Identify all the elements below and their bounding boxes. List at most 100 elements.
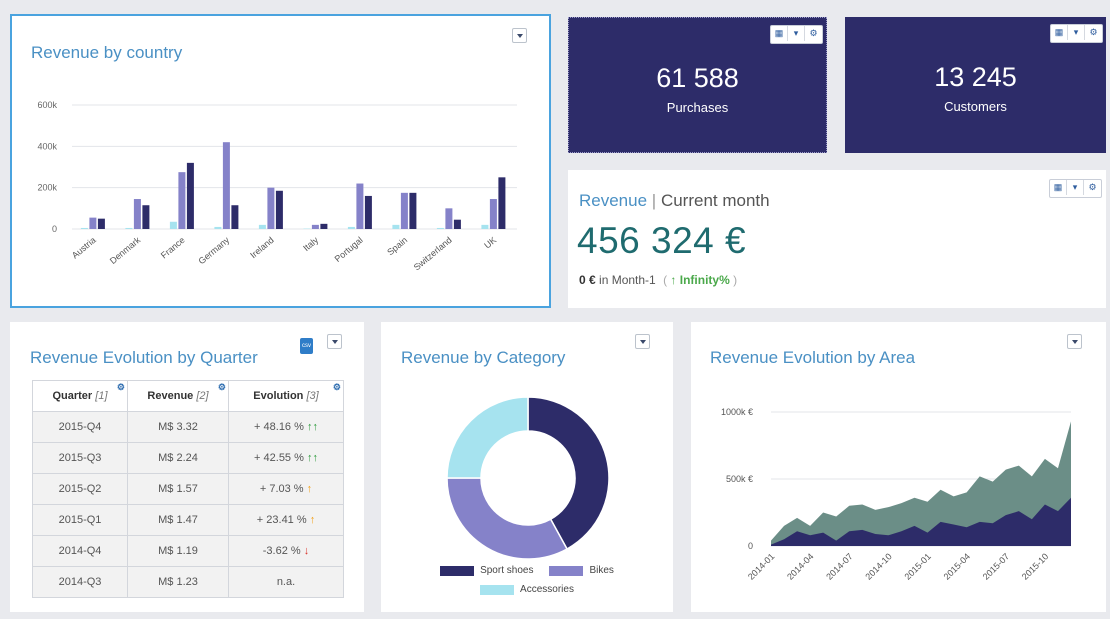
bar[interactable] — [258, 224, 266, 229]
chart-legend: Sport shoes Bikes Accessories — [381, 565, 673, 595]
revenue-by-country-panel[interactable]: Revenue by country 600k 400k 200k 0 Austria D… — [10, 14, 551, 308]
bar[interactable] — [214, 226, 222, 229]
bar[interactable] — [169, 221, 177, 229]
evolution-value: n.a. — [276, 576, 296, 588]
x-tick-label: 2015-01 — [903, 551, 933, 581]
legend-item[interactable]: Bikes — [549, 565, 614, 576]
header-index: [3] — [306, 390, 319, 402]
y-tick-label: 1000k € — [721, 407, 753, 417]
chevron-down-icon[interactable]: ▾ — [1068, 25, 1085, 40]
bar[interactable] — [489, 199, 497, 229]
x-tick-label: Denmark — [108, 235, 143, 266]
bar[interactable] — [356, 183, 364, 229]
x-tick-label: 2014-10 — [863, 551, 893, 581]
gear-icon[interactable]: ⚙ — [333, 382, 341, 393]
cell-quarter: 2015-Q1 — [32, 504, 128, 536]
bar[interactable] — [231, 205, 239, 229]
revenue-by-category-panel[interactable]: Revenue by Category Sport shoes Bikes Ac… — [381, 322, 673, 612]
legend-label: Accessories — [520, 584, 574, 595]
bar[interactable] — [453, 219, 461, 229]
arrow-down-icon: ↓ — [303, 545, 310, 557]
bar[interactable] — [178, 172, 186, 229]
gear-icon[interactable]: ⚙ — [1085, 25, 1102, 40]
chevron-down-icon[interactable]: ▾ — [788, 26, 805, 41]
cell-revenue: M$ 1.23 — [127, 566, 229, 598]
trend-paren: ) — [733, 273, 738, 287]
x-tick-label: UK — [482, 235, 498, 251]
bar[interactable] — [80, 227, 88, 229]
table-row: 2014-Q4 M$ 1.19 -3.62 % ↓ — [32, 535, 344, 567]
bar[interactable] — [409, 192, 417, 229]
x-tick-label: 2015-10 — [1020, 551, 1050, 581]
chevron-down-icon[interactable]: ▾ — [1067, 180, 1084, 195]
bar[interactable] — [436, 227, 444, 229]
gear-icon[interactable]: ⚙ — [1084, 180, 1101, 195]
panel-menu-dropdown[interactable] — [327, 334, 342, 349]
legend-item[interactable]: Sport shoes — [440, 565, 533, 576]
cell-evolution: + 23.41 % ↑ — [228, 504, 344, 536]
y-tick-label: 500k € — [726, 474, 753, 484]
bar[interactable] — [186, 162, 194, 229]
bar[interactable] — [445, 208, 453, 229]
panel-title: Revenue Evolution by Quarter — [30, 348, 258, 367]
bar[interactable] — [320, 223, 328, 229]
bar[interactable] — [481, 224, 489, 229]
bar[interactable] — [97, 218, 105, 229]
double-arrow-up-icon: ↑↑ — [306, 452, 318, 464]
cell-evolution: -3.62 % ↓ — [228, 535, 344, 567]
pie-slice[interactable] — [446, 477, 569, 560]
arrow-up-icon: ↑ — [309, 514, 316, 526]
revenue-evolution-quarter-panel[interactable]: Revenue Evolution by Quarter csv Quarter… — [10, 322, 364, 612]
bar[interactable] — [222, 142, 230, 229]
gear-icon[interactable]: ⚙ — [218, 382, 226, 393]
bar[interactable] — [498, 177, 506, 229]
cell-quarter: 2015-Q2 — [32, 473, 128, 505]
panel-toolbar: ▦ ▾ ⚙ — [1049, 179, 1102, 198]
double-arrow-up-icon: ↑↑ — [306, 421, 318, 433]
arrow-up-icon: ↑ — [670, 273, 677, 287]
header-index: [1] — [95, 390, 108, 402]
export-csv-icon[interactable]: csv — [300, 338, 313, 354]
revenue-current-month-panel[interactable]: ▦ ▾ ⚙ Revenue | Current month 456 324 € … — [568, 170, 1106, 308]
cell-evolution: + 7.03 % ↑ — [228, 473, 344, 505]
bar[interactable] — [311, 224, 319, 229]
gear-icon[interactable]: ⚙ — [117, 382, 125, 393]
gear-icon[interactable]: ⚙ — [805, 26, 822, 41]
table-view-icon[interactable]: ▦ — [1050, 180, 1067, 195]
table-view-icon[interactable]: ▦ — [1051, 25, 1068, 40]
bar[interactable] — [275, 190, 283, 229]
x-tick-label: Portugal — [333, 235, 365, 264]
bar[interactable] — [400, 192, 408, 229]
bar[interactable] — [133, 199, 141, 229]
bar[interactable] — [364, 195, 372, 229]
x-tick-label: 2015-04 — [942, 551, 972, 581]
revenue-evolution-area-panel[interactable]: Revenue Evolution by Area 1000k €500k €0… — [691, 322, 1106, 612]
x-tick-label: Ireland — [248, 235, 276, 260]
column-header-quarter[interactable]: Quarter [1] ⚙ — [32, 380, 128, 412]
bar[interactable] — [347, 226, 355, 229]
table-view-icon[interactable]: ▦ — [771, 26, 788, 41]
bar[interactable] — [392, 224, 400, 229]
bar[interactable] — [89, 217, 97, 229]
x-tick-label: Switzerland — [412, 235, 454, 273]
x-tick-label: France — [159, 235, 187, 261]
bar[interactable] — [125, 227, 133, 229]
column-header-evolution[interactable]: Evolution [3] ⚙ — [228, 380, 344, 412]
title-metric: Revenue — [579, 191, 648, 210]
table-row: 2014-Q3 M$ 1.23 n.a. — [32, 566, 344, 598]
header-label: Evolution — [253, 390, 304, 402]
arrow-up-icon: ↑ — [306, 483, 313, 495]
previous-month-line: 0 € in Month-1 ( ↑ Infinity% ) — [579, 273, 737, 287]
legend-label: Bikes — [589, 565, 614, 576]
current-revenue-value: 456 324 € — [577, 220, 747, 261]
column-header-revenue[interactable]: Revenue [2] ⚙ — [127, 380, 229, 412]
table-row: 2015-Q4 M$ 3.32 + 48.16 % ↑↑ — [32, 411, 344, 443]
pie-slice[interactable] — [446, 396, 529, 479]
cell-revenue: M$ 1.19 — [127, 535, 229, 567]
kpi-customers-panel[interactable]: ▦ ▾ ⚙ 13 245 Customers — [845, 17, 1106, 153]
bar[interactable] — [267, 187, 275, 229]
kpi-purchases-panel[interactable]: ▦ ▾ ⚙ 61 588 Purchases — [568, 17, 827, 153]
bar[interactable] — [142, 205, 150, 229]
x-tick-label: Spain — [385, 235, 409, 257]
legend-item[interactable]: Accessories — [480, 584, 574, 595]
